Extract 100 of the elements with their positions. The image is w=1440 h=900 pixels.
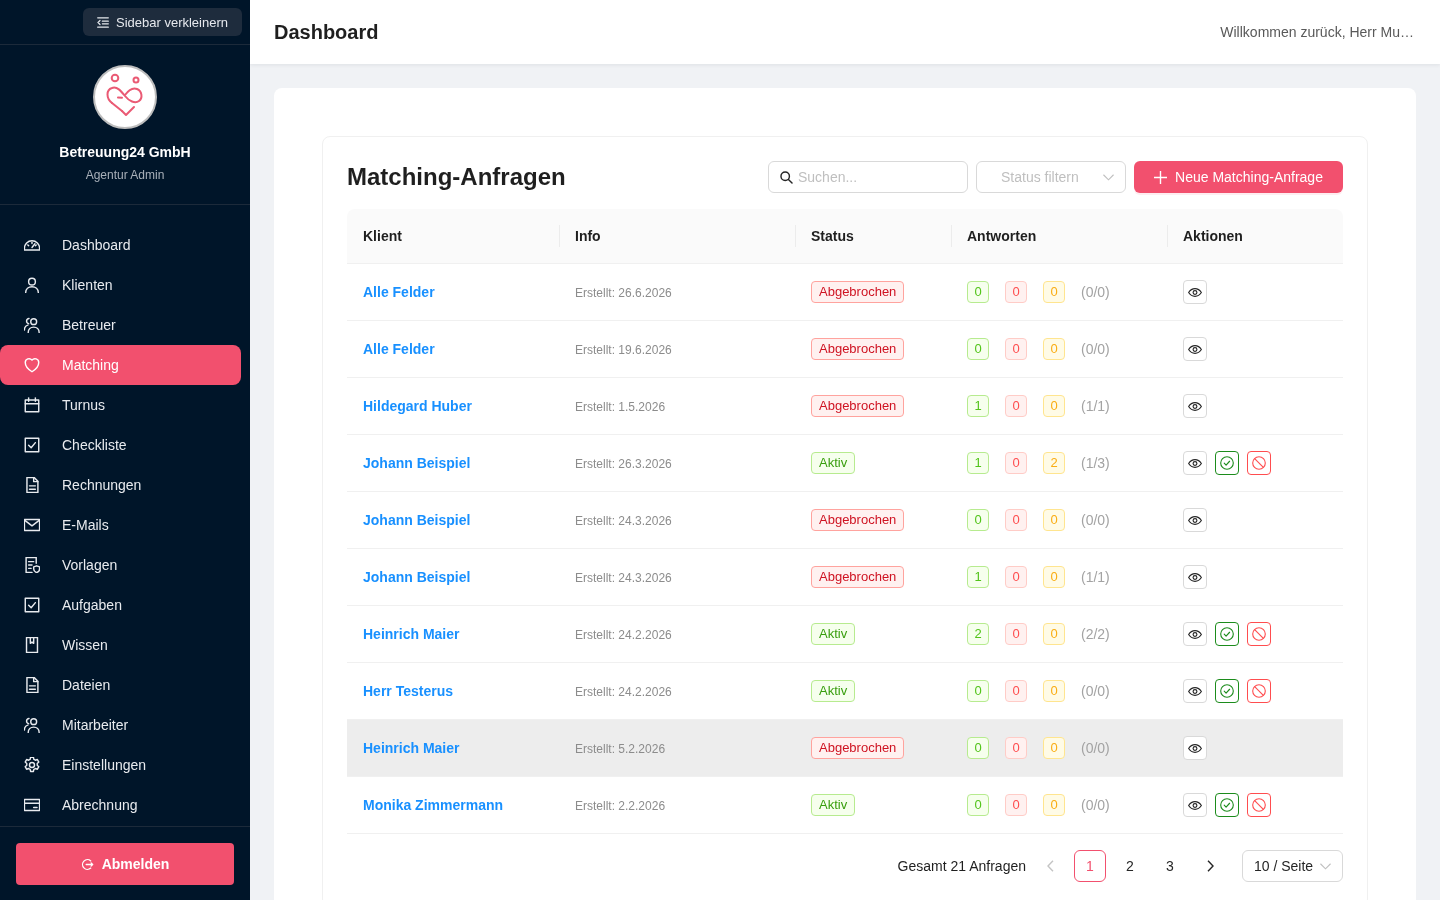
view-button[interactable] — [1183, 337, 1207, 361]
chevron-down-icon — [1320, 862, 1331, 870]
document-icon — [24, 677, 40, 693]
sidebar-item[interactable]: Einstellungen — [0, 745, 241, 785]
answer-ratio: (0/0) — [1081, 683, 1110, 699]
created-date: Erstellt: 24.2.2026 — [575, 628, 672, 642]
answer-count-tag: 0 — [1005, 395, 1027, 417]
sidebar-item[interactable]: E-Mails — [0, 505, 241, 545]
cancel-button[interactable] — [1247, 679, 1271, 703]
sidebar-item[interactable]: Dateien — [0, 665, 241, 705]
eye-icon — [1188, 572, 1202, 582]
answer-count-tag: 1 — [967, 395, 989, 417]
sidebar-item[interactable]: Mitarbeiter — [0, 705, 241, 745]
answer-count-tag: 0 — [967, 680, 989, 702]
view-button[interactable] — [1183, 508, 1207, 532]
eye-icon — [1188, 287, 1202, 297]
eye-icon — [1188, 629, 1202, 639]
approve-button[interactable] — [1215, 679, 1239, 703]
sidebar-item[interactable]: Wissen — [0, 625, 241, 665]
approve-button[interactable] — [1215, 451, 1239, 475]
prohibited-icon — [1252, 798, 1266, 812]
status-tag: Abgebrochen — [811, 509, 905, 531]
answer-ratio: (0/0) — [1081, 284, 1110, 300]
chevron-left-icon — [1046, 860, 1054, 872]
collapse-sidebar-button[interactable]: Sidebar verkleinern — [83, 8, 242, 36]
document-shield-icon — [24, 557, 40, 573]
heart-icon — [24, 357, 40, 373]
approve-button[interactable] — [1215, 622, 1239, 646]
answer-ratio: (0/0) — [1081, 740, 1110, 756]
prohibited-icon — [1252, 684, 1266, 698]
sidebar-item[interactable]: Betreuer — [0, 305, 241, 345]
answer-count-tag: 0 — [1043, 281, 1065, 303]
answer-count-tag: 0 — [1005, 338, 1027, 360]
sidebar-item[interactable]: Aufgaben — [0, 585, 241, 625]
book-icon — [24, 637, 40, 653]
gauge-icon — [24, 237, 40, 253]
answer-count-tag: 0 — [967, 509, 989, 531]
view-button[interactable] — [1183, 622, 1207, 646]
sidebar-item[interactable]: Checkliste — [0, 425, 241, 465]
sidebar-item[interactable]: Klienten — [0, 265, 241, 305]
eye-icon — [1188, 515, 1202, 525]
answer-count-tag: 0 — [1043, 509, 1065, 531]
created-date: Erstellt: 24.3.2026 — [575, 514, 672, 528]
answer-count-tag: 0 — [967, 794, 989, 816]
cancel-button[interactable] — [1247, 622, 1271, 646]
cancel-button[interactable] — [1247, 793, 1271, 817]
answer-count-tag: 0 — [1043, 338, 1065, 360]
answer-ratio: (1/3) — [1081, 455, 1110, 471]
page-size-select[interactable]: 10 / Seite — [1242, 850, 1343, 882]
search-field[interactable]: Suchen... — [768, 161, 968, 193]
answer-ratio: (2/2) — [1081, 626, 1110, 642]
view-button[interactable] — [1183, 679, 1207, 703]
users-icon — [24, 717, 40, 733]
panel-title: Matching-Anfragen — [347, 163, 567, 191]
view-button[interactable] — [1183, 451, 1207, 475]
view-button[interactable] — [1183, 736, 1207, 760]
sidebar-item[interactable]: Rechnungen — [0, 465, 241, 505]
answer-count-tag: 0 — [1005, 566, 1027, 588]
prohibited-icon — [1252, 456, 1266, 470]
envelope-icon — [24, 517, 40, 533]
status-tag: Aktiv — [811, 452, 856, 474]
view-button[interactable] — [1183, 565, 1207, 589]
answer-count-tag: 0 — [1005, 794, 1027, 816]
document-icon — [24, 477, 40, 493]
company-name: Betreuung24 GmbH — [59, 143, 191, 161]
answer-count-tag: 0 — [967, 338, 989, 360]
view-button[interactable] — [1183, 793, 1207, 817]
welcome-text: Willkommen zurück, Herr Mu… — [1220, 24, 1414, 40]
card-icon — [24, 797, 40, 813]
column-header: Status — [811, 228, 854, 244]
plus-icon — [1154, 170, 1168, 184]
answer-count-tag: 0 — [1005, 509, 1027, 531]
page-button[interactable]: 3 — [1154, 850, 1186, 882]
check-circle-icon — [1220, 684, 1234, 698]
answer-count-tag: 0 — [1005, 281, 1027, 303]
sidebar-item[interactable]: Turnus — [0, 385, 241, 425]
eye-icon — [1188, 401, 1202, 411]
view-button[interactable] — [1183, 280, 1207, 304]
status-tag: Abgebrochen — [811, 281, 905, 303]
user-icon — [24, 277, 40, 293]
sidebar-item[interactable]: Abrechnung — [0, 785, 241, 825]
logout-icon — [80, 857, 94, 871]
view-button[interactable] — [1183, 394, 1207, 418]
answer-ratio: (0/0) — [1081, 512, 1110, 528]
created-date: Erstellt: 19.6.2026 — [575, 343, 672, 357]
user-role: Agentur Admin — [85, 167, 165, 184]
indent-icon — [97, 16, 109, 28]
column-header: Antworten — [967, 228, 1037, 244]
approve-button[interactable] — [1215, 793, 1239, 817]
check-circle-icon — [1220, 798, 1234, 812]
answer-count-tag: 0 — [1005, 623, 1027, 645]
sidebar-item[interactable]: Vorlagen — [0, 545, 241, 585]
answer-count-tag: 2 — [1043, 452, 1065, 474]
created-date: Erstellt: 2.2.2026 — [575, 799, 666, 813]
eye-icon — [1188, 458, 1202, 468]
sidebar-item[interactable]: Dashboard — [0, 225, 241, 265]
page-button[interactable]: 2 — [1114, 850, 1146, 882]
checkbox-icon — [24, 597, 40, 613]
answer-ratio: (0/0) — [1081, 341, 1110, 357]
cancel-button[interactable] — [1247, 451, 1271, 475]
